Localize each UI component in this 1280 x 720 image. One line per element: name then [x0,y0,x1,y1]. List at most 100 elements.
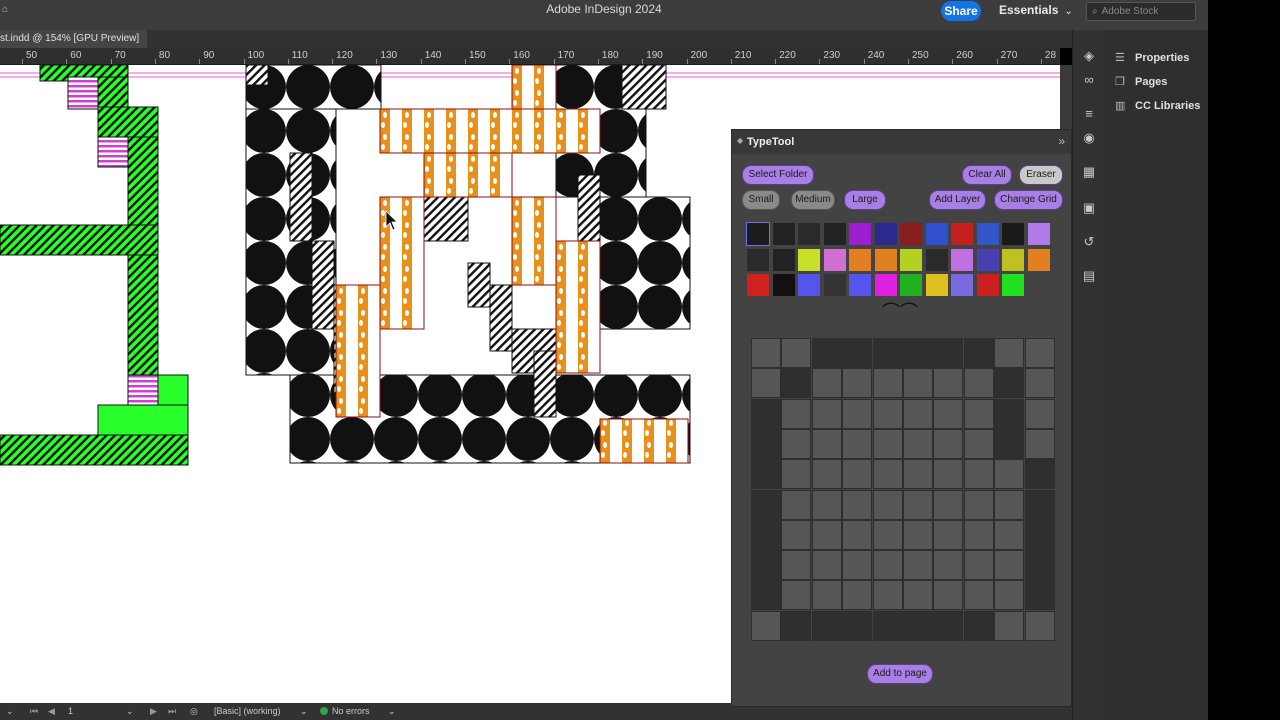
tile-swatch[interactable] [823,274,846,296]
grid-cell[interactable] [903,610,933,641]
grid-cell[interactable] [963,489,994,520]
tile-swatch[interactable] [1002,248,1024,271]
grid-cell[interactable] [811,519,842,550]
grid-cell[interactable] [811,610,842,641]
grid-cell[interactable] [781,428,812,459]
tile-swatch[interactable] [1002,223,1024,245]
clear-all-button[interactable]: Clear All [962,165,1012,185]
tile-swatch[interactable] [1027,223,1050,245]
first-page-icon[interactable]: ⏮ [30,706,38,717]
grid-cell[interactable] [781,398,812,429]
grid-cell[interactable] [751,489,781,520]
grid-cell[interactable] [811,428,842,459]
grid-cell[interactable] [842,580,873,611]
zoom-field[interactable]: ⌄ [6,706,14,717]
grid-cell[interactable] [994,610,1025,641]
grid-cell[interactable] [781,459,812,490]
grid-cell[interactable] [933,610,964,641]
grid-cell[interactable] [903,459,933,490]
history-icon[interactable]: ↺ [1081,234,1097,250]
grid-cell[interactable] [1024,489,1055,520]
grid-cell[interactable] [872,459,903,490]
properties-item[interactable]: ☰ Properties [1115,51,1189,64]
grid-cell[interactable] [933,338,964,368]
grid-cell[interactable] [903,489,933,520]
grid-cell[interactable] [963,398,994,429]
tile-swatch[interactable] [951,274,973,296]
grid-cell[interactable] [963,550,994,581]
tile-swatch[interactable] [900,223,922,245]
grid-cell[interactable] [781,580,812,611]
grid-cell[interactable] [811,368,842,399]
swatches-icon[interactable]: ▦ [1081,164,1097,180]
grid-cell[interactable] [872,398,903,429]
grid-cell[interactable] [933,519,964,550]
grid-cell[interactable] [963,368,994,399]
grid-cell[interactable] [963,610,994,641]
grid-cell[interactable] [842,398,873,429]
grid-cell[interactable] [751,398,781,429]
tile-swatch[interactable] [798,274,820,296]
tile-swatch[interactable] [976,248,999,271]
grid-cell[interactable] [963,580,994,611]
grid-cell[interactable] [994,428,1025,459]
tile-swatch[interactable] [746,222,770,246]
grid-cell[interactable] [811,550,842,581]
grid-cell[interactable] [842,550,873,581]
grid-cell[interactable] [1024,459,1055,490]
grid-cell[interactable] [811,338,842,368]
pages-item[interactable]: ❐ Pages [1115,75,1167,88]
tile-swatch[interactable] [925,274,948,296]
style-status[interactable]: [Basic] (working) [214,706,281,716]
adobe-stock-search[interactable]: ⌕ Adobe Stock [1086,2,1196,21]
grid-cell[interactable] [933,489,964,520]
tile-swatch[interactable] [747,248,769,271]
tile-swatch[interactable] [823,223,846,245]
small-button[interactable]: Small [742,190,780,210]
grid-cell[interactable] [963,338,994,368]
next-page-icon[interactable]: ▶ [150,706,157,717]
tile-swatch[interactable] [798,223,820,245]
grid-cell[interactable] [842,459,873,490]
tile-swatch[interactable] [1002,274,1024,296]
grid-cell[interactable] [811,489,842,520]
extension-icon[interactable]: ▤ [1081,268,1097,284]
grid-cell[interactable] [751,428,781,459]
tile-swatch[interactable] [772,223,795,245]
eraser-button[interactable]: Eraser [1019,165,1063,185]
tile-swatch[interactable] [1027,248,1050,271]
grid-cell[interactable] [933,398,964,429]
grid-cell[interactable] [751,580,781,611]
prev-page-icon[interactable]: ◀ [48,706,55,717]
grid-cell[interactable] [781,338,812,368]
grid-cell[interactable] [933,550,964,581]
grid-cell[interactable] [842,519,873,550]
preflight-status[interactable]: No errors [320,706,370,716]
grid-cell[interactable] [872,610,903,641]
tile-grid[interactable] [751,338,1055,641]
tile-swatch[interactable] [874,248,897,271]
tile-swatch[interactable] [900,274,922,296]
grid-cell[interactable] [933,580,964,611]
tile-swatch[interactable] [798,248,820,271]
grid-cell[interactable] [903,368,933,399]
document-tab[interactable]: st.indd @ 154% [GPU Preview] [0,30,148,48]
tile-swatch[interactable] [849,248,871,271]
grid-cell[interactable] [1024,368,1055,399]
grid-cell[interactable] [903,550,933,581]
grid-cell[interactable] [1024,519,1055,550]
grid-cell[interactable] [811,580,842,611]
grid-cell[interactable] [842,338,873,368]
grid-cell[interactable] [751,550,781,581]
cc-libraries-icon[interactable]: ▣ [1081,200,1097,216]
grid-cell[interactable] [872,368,903,399]
tile-swatch[interactable] [823,248,846,271]
tile-swatch[interactable] [925,223,948,245]
open-document-icon[interactable]: ◎ [190,706,198,717]
grid-cell[interactable] [781,550,812,581]
grid-cell[interactable] [933,428,964,459]
grid-cell[interactable] [903,519,933,550]
grid-cell[interactable] [751,519,781,550]
change-grid-button[interactable]: Change Grid [994,190,1063,210]
grid-cell[interactable] [903,580,933,611]
